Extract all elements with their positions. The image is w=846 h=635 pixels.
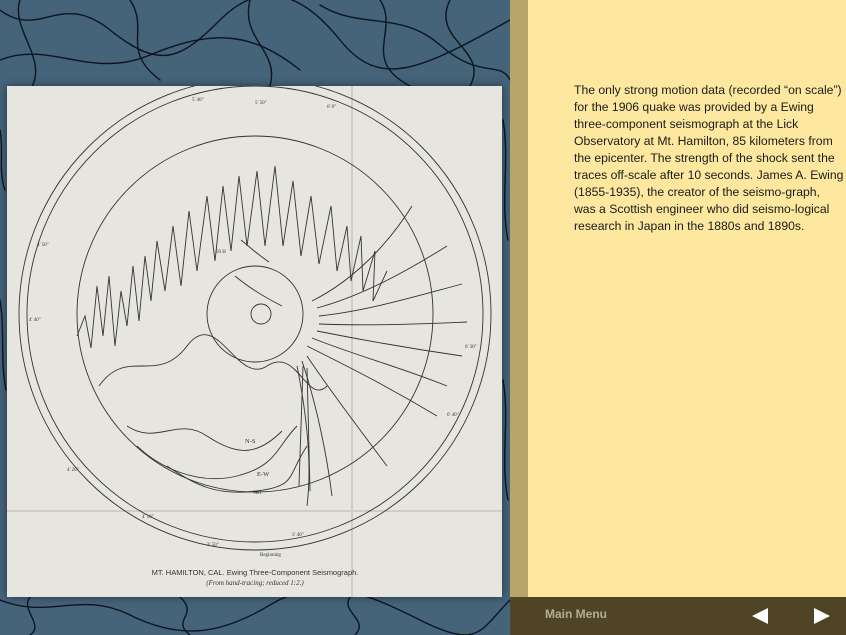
- divider-strip: [510, 0, 528, 635]
- svg-text:6' 0": 6' 0": [327, 105, 336, 110]
- svg-text:3' 50": 3' 50": [207, 543, 219, 548]
- ew-label: E-W: [257, 471, 270, 478]
- svg-text:50 H: 50 H: [216, 250, 226, 255]
- caption-text: The only strong motion data (recorded “o…: [574, 83, 844, 233]
- left-panel: 50 H 5' 50" 5' 40" 6' 0" 4' 50" 4' 40" 4…: [0, 0, 510, 635]
- beginning-label: Beginning: [260, 553, 281, 558]
- ns-label: N-S: [245, 438, 256, 445]
- main-menu-button[interactable]: Main Menu: [545, 607, 607, 621]
- svg-text:6' 30": 6' 30": [465, 345, 477, 350]
- previous-page-icon[interactable]: [752, 608, 768, 624]
- svg-text:4' 40": 4' 40": [29, 318, 41, 323]
- svg-text:3' 40": 3' 40": [292, 533, 304, 538]
- figure-caption-line1: MT. HAMILTON, CAL. Ewing Three-Component…: [152, 568, 359, 577]
- figure-caption-line2: (From hand-tracing; reduced 1:2.): [206, 579, 304, 587]
- footer-bar: Main Menu: [510, 597, 846, 635]
- vert-label: Vert: [253, 491, 262, 496]
- next-page-icon[interactable]: [814, 608, 830, 624]
- svg-text:4' 20": 4' 20": [67, 468, 79, 473]
- svg-text:6' 40": 6' 40": [447, 413, 459, 418]
- svg-text:4' 10": 4' 10": [142, 515, 154, 520]
- svg-text:5' 50": 5' 50": [255, 101, 267, 106]
- text-panel: The only strong motion data (recorded “o…: [528, 0, 846, 597]
- svg-text:5' 40": 5' 40": [192, 98, 204, 103]
- seismograph-photo: 50 H 5' 50" 5' 40" 6' 0" 4' 50" 4' 40" 4…: [7, 86, 502, 597]
- svg-text:4' 50": 4' 50": [37, 243, 49, 248]
